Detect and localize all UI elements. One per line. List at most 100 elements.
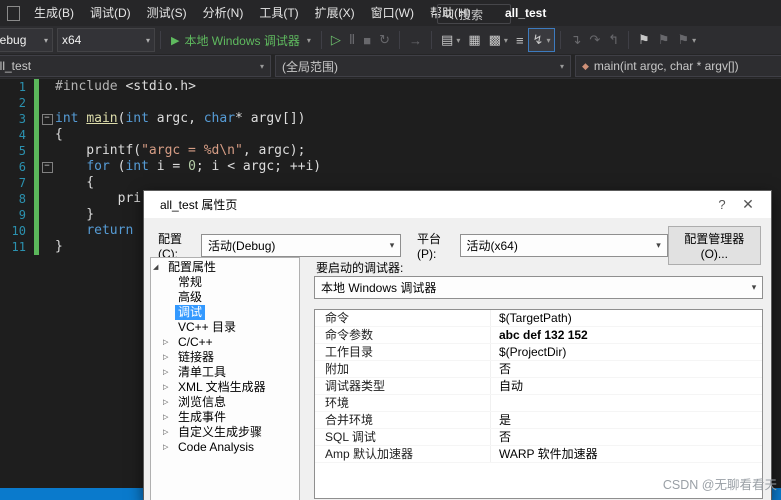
close-button[interactable]: ✕ [735, 196, 761, 213]
menu-item[interactable]: 扩展(X) [307, 0, 363, 26]
tree-item[interactable]: ▷C/C++ [151, 335, 299, 350]
start-without-debugging-icon: ▷ [331, 32, 341, 48]
menu-item[interactable]: 窗口(W) [363, 0, 422, 26]
chevron-down-icon: ▾ [546, 36, 550, 45]
platform-value: x64 [62, 33, 81, 47]
expander-icon[interactable]: ▷ [151, 365, 175, 380]
tree-item[interactable]: ▷清单工具 [151, 365, 299, 380]
expander-icon[interactable]: ▷ [151, 410, 175, 425]
dialog-configuration-dropdown[interactable]: 活动(Debug) ▾ [201, 234, 401, 257]
tree-item-label: 自定义生成步骤 [175, 425, 265, 440]
property-value[interactable]: 否 [491, 429, 762, 445]
expander-icon[interactable]: ▷ [151, 440, 175, 455]
diagnostics-icon[interactable]: ▩▾ [485, 29, 512, 51]
window-layout-icon[interactable]: ▤▾ [437, 29, 464, 51]
fold-margin [39, 95, 55, 111]
output-window-icon[interactable]: ≡ [512, 29, 528, 51]
step-over-icon: ↷ [589, 32, 600, 48]
step-out-icon: ↰ [608, 32, 619, 48]
dialog-title-bar[interactable]: all_test 属性页 ? ✕ [144, 191, 771, 218]
next-bookmark-icon[interactable]: ⚑▾ [673, 29, 700, 51]
property-value[interactable] [491, 395, 762, 411]
tree-item[interactable]: 常规 [151, 275, 299, 290]
scope-dropdown[interactable]: (全局范围) ▾ [275, 55, 571, 77]
watch-window-icon[interactable]: ▦ [464, 29, 484, 51]
step-out-icon[interactable]: ↰ [604, 29, 623, 51]
code-line: 4{ [0, 127, 781, 143]
stop-debugging-icon[interactable]: ■ [359, 29, 375, 51]
start-debugging-button[interactable]: ▶ 本地 Windows 调试器 ▾ [166, 29, 316, 51]
expander-icon[interactable]: ◢ [151, 260, 165, 275]
tree-item-label: 调试 [175, 305, 205, 320]
property-row[interactable]: 环境 [315, 395, 762, 412]
step-into-icon[interactable]: ↴ [566, 29, 585, 51]
tree-item[interactable]: ▷浏览信息 [151, 395, 299, 410]
document-tab[interactable]: all_test ▾ [0, 55, 271, 77]
property-value[interactable]: $(TargetPath) [491, 310, 762, 326]
toggle-bookmark-icon[interactable]: ⚑ [634, 29, 654, 51]
property-row[interactable]: 工作目录$(ProjectDir) [315, 344, 762, 361]
debugger-dropdown[interactable]: 本地 Windows 调试器 ▾ [314, 276, 763, 299]
platform-dropdown[interactable]: x64 ▾ [57, 28, 155, 52]
configuration-dropdown[interactable]: Debug ▾ [0, 28, 53, 52]
help-button[interactable]: ? [709, 197, 735, 212]
tree-item[interactable]: ▷链接器 [151, 350, 299, 365]
step-over-icon[interactable]: ↷ [585, 29, 604, 51]
expander-icon[interactable]: ▷ [151, 350, 175, 365]
tree-item[interactable]: ▷生成事件 [151, 410, 299, 425]
tree-item[interactable]: ▷自定义生成步骤 [151, 425, 299, 440]
expander-icon[interactable]: ▷ [151, 395, 175, 410]
property-row[interactable]: Amp 默认加速器WARP 软件加速器 [315, 446, 762, 463]
menu-item[interactable]: 工具(T) [251, 0, 306, 26]
solution-name: all_test [505, 6, 546, 20]
chevron-down-icon: ▾ [504, 36, 508, 45]
property-value[interactable]: WARP 软件加速器 [491, 446, 762, 462]
property-row[interactable]: SQL 调试否 [315, 429, 762, 446]
tree-item[interactable]: ▷Code Analysis [151, 440, 299, 455]
tree-item[interactable]: VC++ 目录 [151, 320, 299, 335]
menu-item[interactable]: 生成(B) [26, 0, 82, 26]
app-icon [7, 6, 20, 21]
menu-item[interactable]: 分析(N) [195, 0, 252, 26]
menu-item[interactable]: 测试(S) [139, 0, 195, 26]
expander-icon[interactable]: ▷ [151, 425, 175, 440]
menu-item[interactable]: 调试(D) [82, 0, 139, 26]
collapse-icon[interactable]: − [42, 162, 53, 173]
member-dropdown[interactable]: ◆ main(int argc, char * argv[]) ▾ [575, 55, 781, 77]
search-box[interactable]: 搜索 [437, 4, 511, 24]
chevron-down-icon: ▾ [142, 36, 150, 45]
dialog-platform-dropdown[interactable]: 活动(x64) ▾ [460, 234, 668, 257]
property-row[interactable]: 合并环境是 [315, 412, 762, 429]
collapse-icon[interactable]: − [42, 114, 53, 125]
expander-icon[interactable]: ▷ [151, 380, 175, 395]
hot-reload-icon[interactable]: ↯▾ [528, 28, 556, 52]
tree-item-label: 常规 [175, 275, 205, 290]
fold-margin[interactable]: − [39, 111, 55, 127]
settings-tree[interactable]: ◢配置属性常规高级调试VC++ 目录▷C/C++▷链接器▷清单工具▷XML 文档… [150, 257, 300, 500]
property-row[interactable]: 附加否 [315, 361, 762, 378]
property-value[interactable]: 自动 [491, 378, 762, 394]
start-without-debugging-icon[interactable]: ▷ [327, 29, 345, 51]
tree-item[interactable]: ▷XML 文档生成器 [151, 380, 299, 395]
tree-item[interactable]: ◢配置属性 [151, 260, 299, 275]
property-row[interactable]: 调试器类型自动 [315, 378, 762, 395]
property-value[interactable]: 否 [491, 361, 762, 377]
toggle-bookmark-icon: ⚑ [638, 32, 650, 48]
expander-icon[interactable]: ▷ [151, 335, 175, 350]
show-next-statement-icon[interactable]: → [405, 29, 426, 51]
tree-item[interactable]: 高级 [151, 290, 299, 305]
property-value[interactable]: $(ProjectDir) [491, 344, 762, 360]
property-value[interactable]: 是 [491, 412, 762, 428]
property-value[interactable]: abc def 132 152 [491, 327, 762, 343]
prev-bookmark-icon[interactable]: ⚑ [654, 29, 674, 51]
tree-item[interactable]: 调试 [151, 305, 299, 320]
property-grid[interactable]: 命令$(TargetPath)命令参数abc def 132 152工作目录$(… [314, 309, 763, 499]
diagnostics-icon: ▩ [489, 32, 501, 48]
property-row[interactable]: 命令参数abc def 132 152 [315, 327, 762, 344]
property-row[interactable]: 命令$(TargetPath) [315, 310, 762, 327]
restart-icon[interactable]: ↻ [375, 29, 394, 51]
break-all-icon[interactable]: Ⅱ [345, 29, 359, 51]
menu-bar: 生成(B)调试(D)测试(S)分析(N)工具(T)扩展(X)窗口(W)帮助(H)… [0, 0, 781, 26]
chevron-down-icon: ▾ [307, 36, 311, 45]
fold-margin[interactable]: − [39, 159, 55, 175]
